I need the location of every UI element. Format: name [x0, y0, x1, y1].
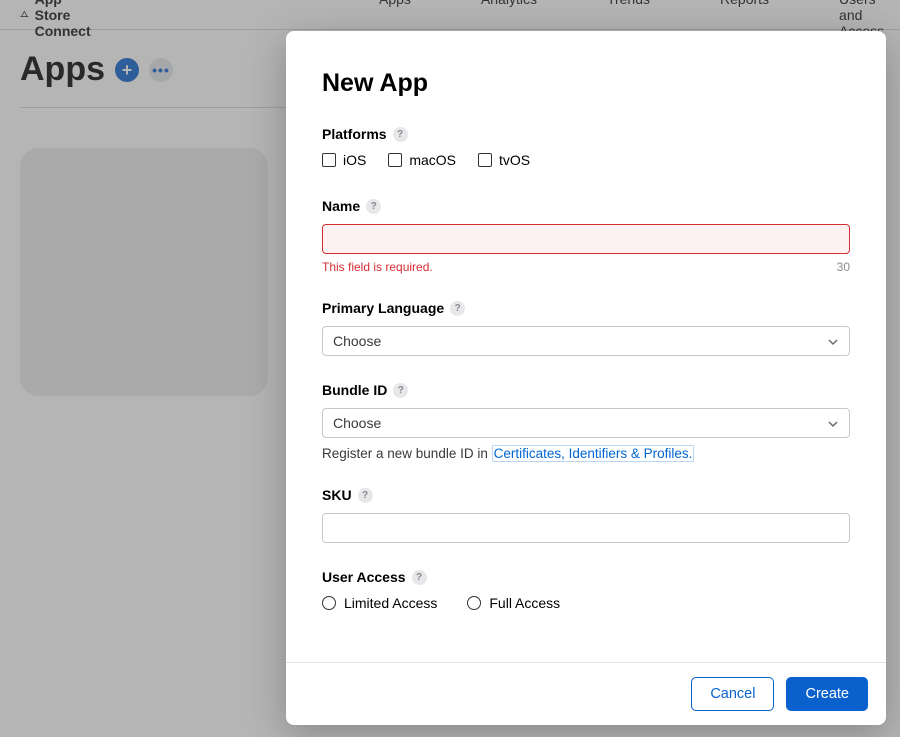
sku-label: SKU [322, 487, 352, 503]
bundle-select[interactable]: Choose [322, 408, 850, 438]
name-error: This field is required. [322, 260, 433, 274]
access-limited[interactable]: Limited Access [322, 595, 437, 611]
platform-macos[interactable]: macOS [388, 152, 456, 168]
new-app-modal: New App Platforms ? iOS macOS tvOS [286, 31, 886, 725]
access-full[interactable]: Full Access [467, 595, 560, 611]
bundle-hint: Register a new bundle ID in Certificates… [322, 446, 850, 461]
certificates-link[interactable]: Certificates, Identifiers & Profiles. [492, 445, 695, 462]
modal-footer: Cancel Create [286, 662, 886, 725]
bundle-section: Bundle ID ? Choose Register a new bundle… [322, 382, 850, 461]
access-label: User Access [322, 569, 406, 585]
checkbox-icon [478, 153, 492, 167]
platform-ios[interactable]: iOS [322, 152, 366, 168]
help-icon[interactable]: ? [393, 383, 408, 398]
name-input[interactable] [322, 224, 850, 254]
name-label: Name [322, 198, 360, 214]
bundle-label: Bundle ID [322, 382, 387, 398]
cancel-button[interactable]: Cancel [691, 677, 774, 711]
language-select[interactable]: Choose [322, 326, 850, 356]
modal-title: New App [322, 69, 850, 98]
name-counter: 30 [837, 260, 850, 274]
radio-icon [467, 596, 481, 610]
help-icon[interactable]: ? [366, 199, 381, 214]
help-icon[interactable]: ? [358, 488, 373, 503]
chevron-down-icon [827, 335, 839, 347]
platform-tvos[interactable]: tvOS [478, 152, 530, 168]
help-icon[interactable]: ? [412, 570, 427, 585]
sku-section: SKU ? [322, 487, 850, 543]
help-icon[interactable]: ? [450, 301, 465, 316]
create-button[interactable]: Create [786, 677, 868, 711]
access-section: User Access ? Limited Access Full Access [322, 569, 850, 611]
name-section: Name ? This field is required. 30 [322, 198, 850, 274]
language-section: Primary Language ? Choose [322, 300, 850, 356]
platforms-label: Platforms [322, 126, 387, 142]
checkbox-icon [322, 153, 336, 167]
platforms-section: Platforms ? iOS macOS tvOS [322, 126, 850, 168]
chevron-down-icon [827, 417, 839, 429]
help-icon[interactable]: ? [393, 127, 408, 142]
sku-input[interactable] [322, 513, 850, 543]
radio-icon [322, 596, 336, 610]
language-label: Primary Language [322, 300, 444, 316]
checkbox-icon [388, 153, 402, 167]
